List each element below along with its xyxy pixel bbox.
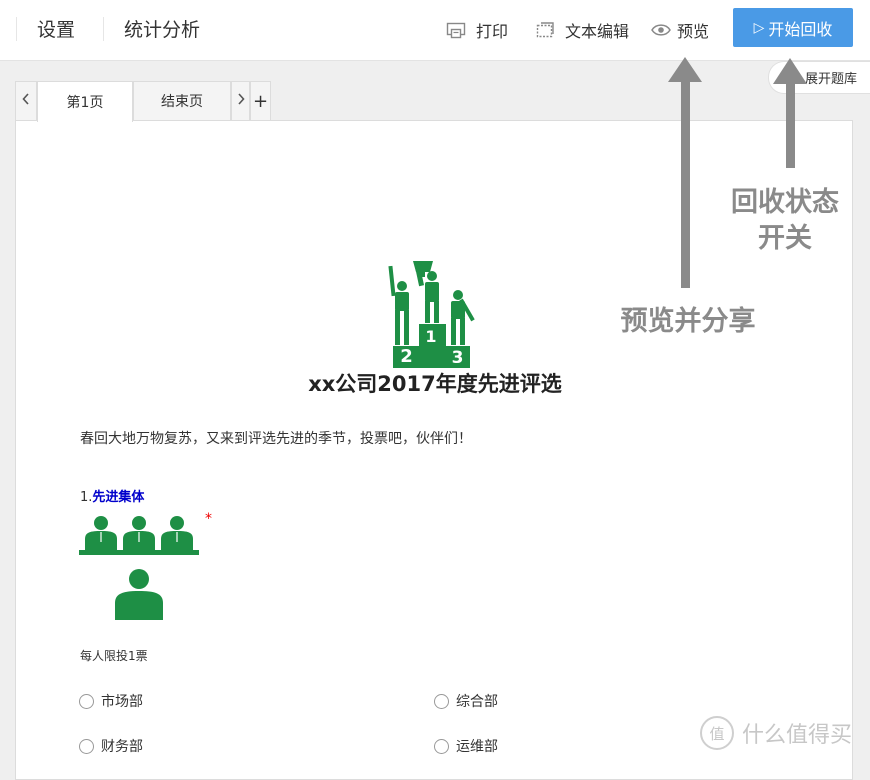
annotation-recycle-line1: 回收状态: [731, 187, 839, 218]
watermark-logo: 值: [700, 716, 734, 750]
podium-number-1: 1: [425, 327, 437, 346]
podium-number-3: 3: [451, 348, 464, 368]
tab-prev-button[interactable]: [15, 81, 37, 120]
option-label: 财务部: [101, 739, 143, 755]
text-edit-label: 文本编辑: [565, 22, 630, 41]
podium-number-2: 2: [400, 346, 413, 367]
chevron-left-icon: [21, 92, 31, 110]
chevron-right-icon: [236, 92, 246, 110]
option-finance[interactable]: 财务部: [79, 736, 143, 756]
expand-question-bank-button[interactable]: 展开题库: [768, 61, 870, 94]
option-label: 综合部: [456, 694, 498, 710]
add-page-button[interactable]: +: [250, 81, 271, 120]
expand-question-bank-label: 展开题库: [805, 72, 858, 87]
option-marketing[interactable]: 市场部: [79, 691, 143, 711]
play-icon: ▷: [753, 19, 765, 36]
radio-button[interactable]: [434, 693, 449, 709]
survey-title: xx公司2017年度先进评选: [308, 372, 562, 396]
tab-page-1[interactable]: 第1页: [37, 81, 133, 122]
radio-button[interactable]: [434, 738, 449, 754]
start-recycle-label: 开始回收: [768, 19, 833, 39]
tab-end-page[interactable]: 结束页: [133, 81, 231, 120]
text-edit-button[interactable]: 文本编辑: [535, 18, 629, 42]
start-recycle-button[interactable]: ▷ 开始回收: [733, 8, 853, 47]
option-label: 运维部: [456, 739, 498, 755]
required-mark: *: [205, 511, 212, 527]
preview-label: 预览: [677, 22, 710, 41]
panel-icon: [783, 71, 796, 84]
print-label: 打印: [476, 22, 509, 41]
option-operations[interactable]: 运维部: [434, 736, 498, 756]
preview-button[interactable]: 预览: [651, 18, 709, 42]
radio-button[interactable]: [79, 738, 94, 754]
annotation-recycle-line2: 开关: [758, 223, 812, 254]
nav-divider: [103, 17, 104, 41]
nav-divider: [16, 17, 17, 41]
vote-limit-note: 每人限投1票: [80, 649, 148, 663]
option-general[interactable]: 综合部: [434, 691, 498, 711]
nav-settings[interactable]: 设置: [37, 17, 75, 43]
nav-statistics[interactable]: 统计分析: [124, 17, 200, 43]
eye-icon: [651, 20, 671, 40]
annotation-preview-share: 预览并分享: [620, 306, 756, 337]
print-button[interactable]: 打印: [446, 18, 508, 42]
watermark: 值 什么值得买: [700, 716, 852, 750]
radio-button[interactable]: [79, 693, 94, 709]
watermark-text: 什么值得买: [742, 723, 853, 748]
text-edit-icon: [535, 20, 555, 40]
top-bar: 设置 统计分析 打印 文本编辑 预览 ▷ 开始回收: [0, 0, 870, 61]
question-title: 1.先进集体: [80, 486, 144, 505]
team-meeting-image: [79, 516, 199, 620]
question-number: 1.: [80, 490, 93, 505]
option-label: 市场部: [101, 694, 143, 710]
annotation-recycle-switch: 回收状态 开关: [716, 185, 854, 257]
printer-icon: [446, 20, 466, 40]
question-title-text: 先进集体: [92, 490, 145, 505]
survey-intro: 春回大地万物复苏，又来到评选先进的季节，投票吧，伙伴们！: [80, 431, 472, 447]
tab-next-button[interactable]: [231, 81, 250, 120]
